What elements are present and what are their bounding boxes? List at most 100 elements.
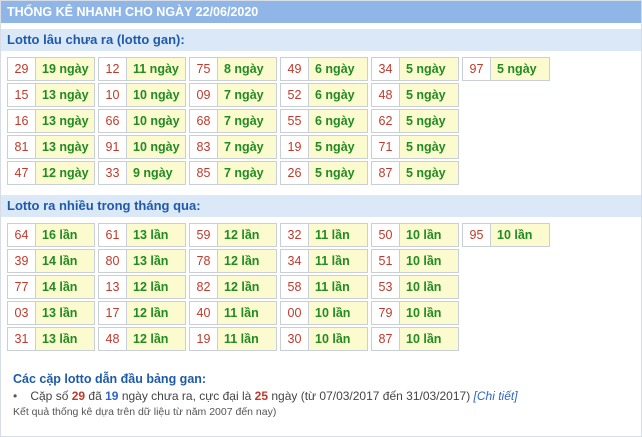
gan-cell: 47 12 ngày — [7, 161, 95, 185]
lotto-count: 8 ngày — [217, 58, 276, 80]
lotto-number: 19 — [287, 140, 302, 154]
lotto-count: 16 lần — [35, 224, 94, 246]
many-cell: 48 12 lần — [98, 327, 186, 351]
gan-cell: 34 5 ngày — [371, 57, 459, 81]
lotto-number: 87 — [378, 332, 393, 346]
lotto-number: 87 — [378, 166, 393, 180]
lotto-count: 11 lần — [308, 224, 367, 246]
lotto-count: 11 lần — [217, 302, 276, 324]
summary-text: đã — [88, 389, 102, 403]
stats-panel: THỐNG KÊ NHANH CHO NGÀY 22/06/2020 Lotto… — [0, 0, 642, 437]
lotto-count: 10 lần — [399, 302, 458, 324]
lotto-number: 66 — [105, 114, 120, 128]
lotto-number: 31 — [14, 332, 29, 346]
lotto-number: 62 — [378, 114, 393, 128]
gan-cell: 68 7 ngày — [189, 109, 277, 133]
lotto-count: 12 lần — [126, 302, 185, 324]
lotto-number: 32 — [287, 228, 302, 242]
many-cell: 78 12 lần — [189, 249, 277, 273]
lotto-count: 10 ngày — [126, 84, 185, 106]
lotto-count: 5 ngày — [308, 136, 367, 158]
lotto-number: 00 — [287, 306, 302, 320]
lotto-count: 13 lần — [126, 224, 185, 246]
lotto-number: 80 — [105, 254, 120, 268]
lotto-count: 5 ngày — [399, 110, 458, 132]
gan-cell: 81 13 ngày — [7, 135, 95, 159]
lotto-number: 15 — [14, 88, 29, 102]
lotto-count: 12 lần — [217, 250, 276, 272]
lotto-count: 13 lần — [126, 250, 185, 272]
summary-line: • Cặp số 29 đã 19 ngày chưa ra, cực đại … — [13, 388, 633, 405]
summary-text: ngày (từ 07/03/2017 đến 31/03/2017) — [271, 389, 471, 403]
lotto-count: 13 lần — [35, 328, 94, 350]
summary-heading: Các cặp lotto dẫn đầu bảng gan: — [13, 372, 207, 386]
gan-cell: 16 13 ngày — [7, 109, 95, 133]
many-cell: 00 10 lần — [280, 301, 368, 325]
summary-text: Cặp số — [30, 389, 69, 403]
many-cell: 34 11 lần — [280, 249, 368, 273]
many-cell: 40 11 lần — [189, 301, 277, 325]
lotto-number: 47 — [14, 166, 29, 180]
many-cell: 64 16 lần — [7, 223, 95, 247]
many-cell: 82 12 lần — [189, 275, 277, 299]
lotto-number: 77 — [14, 280, 29, 294]
gan-cell: 15 13 ngày — [7, 83, 95, 107]
gan-cell: 83 7 ngày — [189, 135, 277, 159]
lotto-count: 13 ngày — [35, 136, 94, 158]
many-section-heading: Lotto ra nhiều trong tháng qua: — [1, 195, 641, 217]
lotto-count: 14 lần — [35, 250, 94, 272]
lotto-count: 12 ngày — [35, 162, 94, 184]
lotto-count: 19 ngày — [35, 58, 94, 80]
gan-cell: 19 5 ngày — [280, 135, 368, 159]
lotto-count: 5 ngày — [399, 58, 458, 80]
many-cell: 50 10 lần — [371, 223, 459, 247]
many-cell: 77 14 lần — [7, 275, 95, 299]
lotto-number: 09 — [196, 88, 211, 102]
lotto-number: 03 — [14, 306, 29, 320]
gan-cell: 62 5 ngày — [371, 109, 459, 133]
gan-cell: 26 5 ngày — [280, 161, 368, 185]
lotto-count: 11 lần — [308, 276, 367, 298]
lotto-number: 75 — [196, 62, 211, 76]
lotto-number: 97 — [469, 62, 484, 76]
lotto-count: 5 ngày — [399, 136, 458, 158]
lotto-number: 91 — [105, 140, 120, 154]
many-cell: 79 10 lần — [371, 301, 459, 325]
lotto-number: 52 — [287, 88, 302, 102]
lotto-count: 7 ngày — [217, 136, 276, 158]
gan-cell: 09 7 ngày — [189, 83, 277, 107]
gan-cell: 29 19 ngày — [7, 57, 95, 81]
lotto-count: 12 lần — [126, 328, 185, 350]
lotto-count: 5 ngày — [490, 58, 549, 80]
lotto-number: 13 — [105, 280, 120, 294]
lotto-number: 33 — [105, 166, 120, 180]
lotto-count: 12 lần — [217, 224, 276, 246]
gan-cell: 97 5 ngày — [462, 57, 550, 81]
gan-cell: 71 5 ngày — [371, 135, 459, 159]
lotto-number: 48 — [105, 332, 120, 346]
lotto-count: 10 lần — [399, 276, 458, 298]
data-note: Kết quả thống kê dựa trên dữ liệu từ năm… — [13, 406, 277, 418]
lotto-count: 10 lần — [308, 302, 367, 324]
lotto-number: 95 — [469, 228, 484, 242]
lotto-number: 19 — [196, 332, 211, 346]
many-cell: 32 11 lần — [280, 223, 368, 247]
lotto-count: 11 ngày — [126, 58, 185, 80]
lotto-count: 5 ngày — [399, 162, 458, 184]
lotto-number: 34 — [378, 62, 393, 76]
lotto-count: 10 lần — [308, 328, 367, 350]
many-cell: 80 13 lần — [98, 249, 186, 273]
gan-cell: 10 10 ngày — [98, 83, 186, 107]
lotto-number: 26 — [287, 166, 302, 180]
detail-link[interactable]: [Chi tiết] — [474, 389, 518, 403]
lotto-count: 10 ngày — [126, 136, 185, 158]
lotto-number: 55 — [287, 114, 302, 128]
lotto-number: 79 — [378, 306, 393, 320]
lotto-number: 34 — [287, 254, 302, 268]
bullet-icon: • — [13, 389, 18, 403]
lotto-number: 49 — [287, 62, 302, 76]
lotto-count: 10 lần — [399, 224, 458, 246]
lotto-number: 48 — [378, 88, 393, 102]
gan-cell: 87 5 ngày — [371, 161, 459, 185]
lotto-count: 10 ngày — [126, 110, 185, 132]
